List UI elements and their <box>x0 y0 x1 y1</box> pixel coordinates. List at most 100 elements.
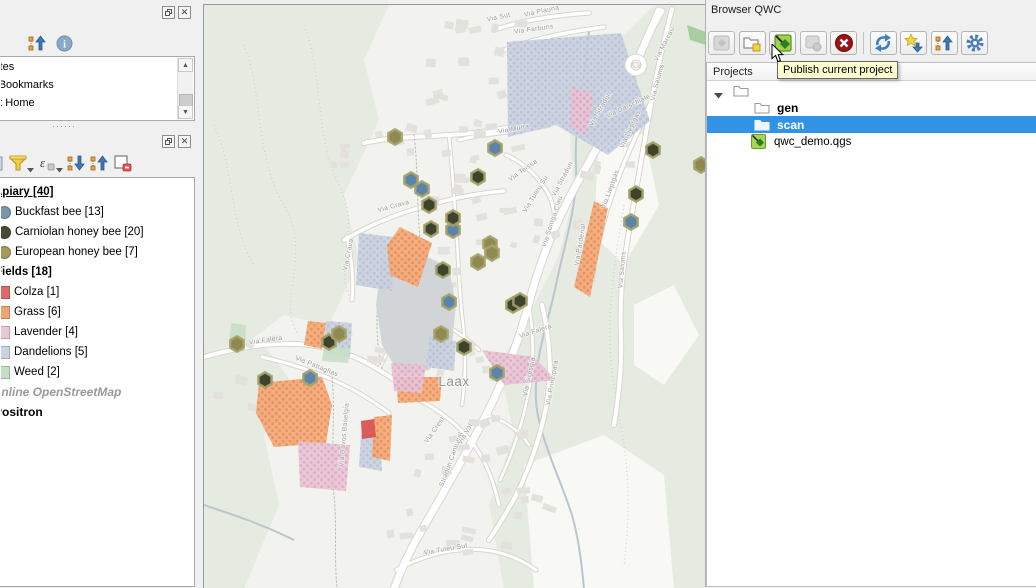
browser-list: FavoritesSpatial BookmarksProject Home ▲… <box>0 56 195 121</box>
tree-row-root[interactable] <box>707 82 1036 99</box>
hive-marker <box>471 254 484 269</box>
publish-tooltip: Publish current project <box>777 61 898 79</box>
expand-all-icon <box>67 154 86 173</box>
tree-row-gen[interactable]: gen <box>707 99 1036 116</box>
browser-panel-float-button[interactable] <box>162 6 175 19</box>
legend-label: Buckfast bee [13] <box>15 206 104 218</box>
filter-legend-button[interactable] <box>9 154 34 173</box>
legend-item-grass-6[interactable]: Grass [6] <box>1 302 194 322</box>
layers-legend: Apiary [40] Buckfast bee [13] Carniolan ho… <box>0 177 195 587</box>
publish-disabled-button[interactable] <box>708 31 735 55</box>
legend-label: European honey bee [7] <box>15 246 138 258</box>
fill-swatch <box>1 366 10 379</box>
upload-disabled-button[interactable] <box>800 31 827 55</box>
map-svg: Via SutVia PlaunaVia FarbunsVia Darschia… <box>204 5 706 588</box>
fill-swatch <box>1 326 10 339</box>
map-canvas[interactable]: Via SutVia PlaunaVia FarbunsVia Darschia… <box>203 4 706 588</box>
expand-all-button[interactable] <box>67 154 86 173</box>
legend-item-online-openstreetmap[interactable]: Online OpenStreetMap <box>1 382 194 402</box>
remove-layer-icon <box>113 154 132 173</box>
legend-label: Carniolan honey bee [20] <box>15 226 144 238</box>
legend-item-carniolan-honey-bee-20[interactable]: Carniolan honey bee [20] <box>1 222 194 242</box>
collapse-all-button[interactable] <box>90 154 109 173</box>
tree-row-scan[interactable]: scan <box>707 116 1036 133</box>
dropdown-arrow-icon <box>56 167 63 173</box>
delete-icon <box>834 33 854 53</box>
fill-swatch <box>1 346 10 359</box>
tree-row-qwc_demo.qgs[interactable]: qwc_demo.qgs <box>707 133 1036 150</box>
hive-marker <box>422 197 435 212</box>
legend-item-buckfast-bee-13[interactable]: Buckfast bee [13] <box>1 202 194 222</box>
new-folder-button[interactable] <box>739 31 766 55</box>
filter-expression-icon: ε <box>38 154 56 173</box>
hive-marker <box>485 245 498 260</box>
collapse-all-icon <box>28 34 47 53</box>
fill-swatch <box>1 306 10 319</box>
hive-marker <box>646 142 659 157</box>
settings-button[interactable] <box>961 31 988 55</box>
legend-item-dandelions-5[interactable]: Dandelions [5] <box>1 342 194 362</box>
arrow-up-icon: ▲ <box>182 62 189 69</box>
legend-label: Weed [2] <box>14 366 60 378</box>
upload-disabled-icon <box>803 33 823 53</box>
point-swatch <box>1 246 11 259</box>
float-icon <box>165 138 172 145</box>
close-icon: ✕ <box>181 7 189 18</box>
point-swatch <box>1 226 11 239</box>
dock-splitter[interactable]: ······ <box>52 123 76 129</box>
favorites-download-icon <box>904 33 924 53</box>
delete-button[interactable] <box>830 31 857 55</box>
collapse-all-button[interactable] <box>931 31 958 55</box>
legend-label: Colza [1] <box>14 286 59 298</box>
hive-marker <box>629 186 642 201</box>
projects-tree: Projects genscanqwc_demo.qgs <box>706 62 1036 587</box>
svg-text:ε: ε <box>40 155 46 170</box>
legend-item-apiary-40[interactable]: Apiary [40] <box>1 182 194 202</box>
hive-marker <box>490 365 503 380</box>
hive-marker <box>624 214 637 229</box>
legend-item-lavender-4[interactable]: Lavender [4] <box>1 322 194 342</box>
fill-swatch <box>1 286 10 299</box>
legend-item-european-honey-bee-7[interactable]: European honey bee [7] <box>1 242 194 262</box>
float-icon <box>165 9 172 16</box>
layers-panel-float-button[interactable] <box>162 135 175 148</box>
layers-toolbar: ε <box>0 153 132 173</box>
close-icon: ✕ <box>181 136 189 147</box>
new-folder-icon <box>742 33 762 53</box>
scroll-down-button[interactable]: ▼ <box>178 105 193 119</box>
info-button[interactable]: i <box>55 34 74 53</box>
tree-row-label: qwc_demo.qgs <box>774 134 851 150</box>
tree-row-label: scan <box>777 117 804 133</box>
field-dandelions <box>356 233 394 291</box>
hive-marker <box>488 140 501 155</box>
refresh-button[interactable] <box>870 31 897 55</box>
browser-item-favorites[interactable]: Favorites <box>1 58 194 76</box>
left-dock: ✕ i FavoritesSpatial BookmarksProject Ho… <box>0 0 197 587</box>
scroll-up-button[interactable]: ▲ <box>178 58 193 72</box>
legend-label: Fields [18] <box>1 266 52 278</box>
tree-row-label: gen <box>777 100 798 116</box>
field-lavender <box>391 363 426 393</box>
hive-marker <box>388 129 401 144</box>
layers-panel-close-button[interactable]: ✕ <box>178 135 191 148</box>
hive-marker <box>434 326 447 341</box>
browser-item-project-home[interactable]: Project Home <box>1 94 194 112</box>
legend-item-positron[interactable]: Positron <box>1 402 194 422</box>
dropdown-arrow-icon <box>27 167 34 173</box>
remove-layer-button[interactable] <box>113 154 132 173</box>
browser-list-scrollbar[interactable]: ▲ ▼ <box>177 58 193 119</box>
legend-item-colza-1[interactable]: Colza [1] <box>1 282 194 302</box>
legend-item-weed-2[interactable]: Weed [2] <box>1 362 194 382</box>
favorites-download-button[interactable] <box>900 31 927 55</box>
filter-expression-button[interactable]: ε <box>38 154 63 173</box>
styling-partial-button[interactable] <box>0 154 5 173</box>
svg-text:i: i <box>63 40 66 51</box>
field-colza <box>361 419 376 439</box>
browser-panel-close-button[interactable]: ✕ <box>178 6 191 19</box>
browser-item-spatial-bookmarks[interactable]: Spatial Bookmarks <box>1 76 194 94</box>
legend-item-fields-18[interactable]: Fields [18] <box>1 262 194 282</box>
filter-legend-icon <box>9 154 27 173</box>
layers-panel: ✕ ε Apiary [40] Buckfast bee [13] Carniola… <box>0 131 197 587</box>
collapse-all-button[interactable] <box>28 34 47 53</box>
toolbar-separator <box>863 32 864 54</box>
